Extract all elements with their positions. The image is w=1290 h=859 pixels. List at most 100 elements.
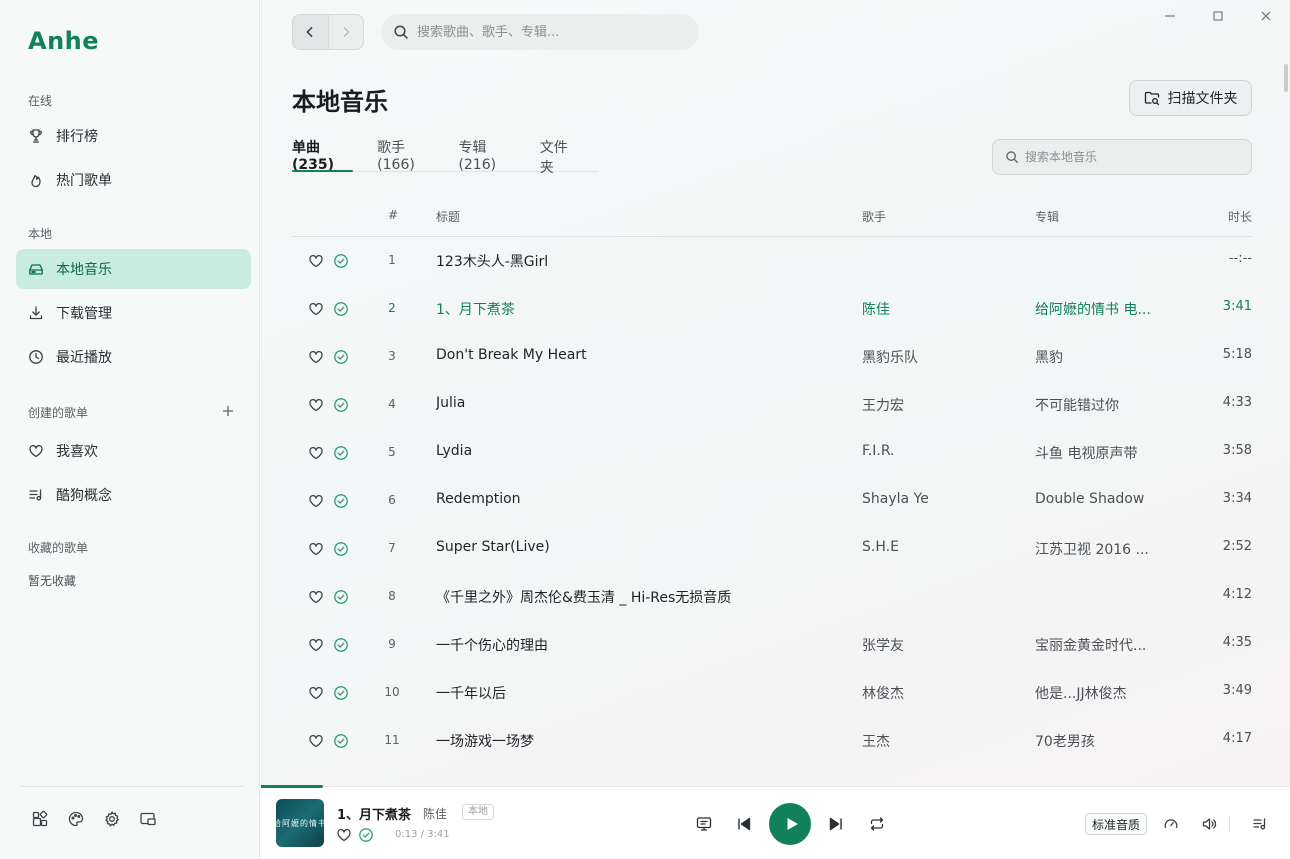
table-row[interactable]: 5 Lydia F.I.R. 斗鱼 电视原声带 3:58 [292,429,1252,477]
now-playing-artist[interactable]: 陈佳 [423,805,447,822]
like-icon[interactable] [308,685,324,701]
queue-icon[interactable] [1252,816,1268,832]
lyrics-icon[interactable] [695,815,713,833]
now-playing-title[interactable]: 1、月下煮茶 [337,804,411,823]
downloaded-check-icon[interactable] [333,493,349,509]
column-header-title[interactable]: 标题 [436,208,460,225]
track-album[interactable]: 他是...JJ林俊杰 [1035,683,1153,703]
like-icon[interactable] [308,253,324,269]
downloaded-check-icon[interactable] [333,637,349,653]
track-artist[interactable]: F.I.R. [862,443,1012,459]
quality-button[interactable]: 标准音质 [1085,813,1148,835]
table-row[interactable]: 2 1、月下煮茶 陈佳 给阿嬷的情书 电... 3:41 [292,285,1252,333]
like-icon[interactable] [308,301,324,317]
track-list: 1 123木头人-黑Girl --:-- 2 1、月下煮茶 陈佳 给阿嬷的情书 电... 3:… [292,237,1252,765]
forward-button[interactable] [329,15,364,49]
table-row[interactable]: 6 Redemption Shayla Ye Double Shadow 3:34 [292,477,1252,525]
settings-icon[interactable] [103,810,121,828]
track-artist[interactable]: 张学友 [862,635,1012,655]
tab-folders[interactable]: 文件夹 [540,134,574,176]
previous-icon[interactable] [735,815,753,833]
play-button[interactable] [769,803,811,845]
column-header-album[interactable]: 专辑 [1035,208,1059,225]
track-artist[interactable]: 黑豹乐队 [862,347,1012,367]
track-album[interactable]: 给阿嬷的情书 电... [1035,299,1153,319]
history-nav [292,14,364,50]
like-icon[interactable] [308,733,324,749]
track-artist[interactable]: 林俊杰 [862,683,1012,703]
next-icon[interactable] [827,815,845,833]
table-row[interactable]: 10 一千年以后 林俊杰 他是...JJ林俊杰 3:49 [292,669,1252,717]
like-icon[interactable] [308,541,324,557]
sidebar-item-kugou-concept[interactable]: 酷狗概念 [16,475,251,515]
album-cover[interactable]: 给阿嬷的情书 [276,799,324,847]
like-icon[interactable] [308,349,324,365]
track-artist[interactable]: S.H.E [862,539,1012,555]
downloaded-check-icon[interactable] [333,733,349,749]
palette-icon[interactable] [67,810,85,828]
like-icon[interactable] [308,637,324,653]
source-badge: 本地 [462,804,494,820]
tab-albums[interactable]: 专辑 (216) [458,134,515,173]
local-search-input[interactable] [1025,150,1251,164]
volume-icon[interactable] [1201,816,1217,832]
sidebar-item-charts[interactable]: 排行榜 [16,116,251,156]
scan-folder-button[interactable]: 扫描文件夹 [1129,80,1252,116]
maximize-button[interactable] [1194,4,1242,28]
table-row[interactable]: 8 《千里之外》周杰伦&费玉清 _ Hi-Res无损音质 4:12 [292,573,1252,621]
track-album[interactable]: 斗鱼 电视原声带 [1035,443,1153,463]
track-album[interactable]: 不可能错过你 [1035,395,1153,415]
table-row[interactable]: 11 一场游戏一场梦 王杰 70老男孩 4:17 [292,717,1252,765]
like-icon[interactable] [336,827,352,843]
downloaded-check-icon[interactable] [333,253,349,269]
sidebar-item-hot-playlists[interactable]: 热门歌单 [16,160,251,200]
folder-search-icon [1144,90,1160,106]
progress-bar[interactable] [261,785,1290,788]
track-artist[interactable]: 王杰 [862,731,1012,751]
downloaded-check-icon[interactable] [333,541,349,557]
track-duration: --:-- [1228,251,1252,266]
apps-icon[interactable] [31,810,49,828]
sidebar-item-favorites[interactable]: 我喜欢 [16,431,251,471]
minimize-button[interactable] [1146,4,1194,28]
table-row[interactable]: 4 Julia 王力宏 不可能错过你 4:33 [292,381,1252,429]
back-button[interactable] [293,15,329,49]
sidebar-item-local-music[interactable]: 本地音乐 [16,249,251,289]
mini-player-icon[interactable] [139,810,157,828]
like-icon[interactable] [308,397,324,413]
like-icon[interactable] [308,493,324,509]
column-header-duration[interactable]: 时长 [1228,208,1252,225]
downloaded-check-icon[interactable] [333,685,349,701]
table-row[interactable]: 7 Super Star(Live) S.H.E 江苏卫视 2016 ... 2:52 [292,525,1252,573]
track-artist[interactable]: 王力宏 [862,395,1012,415]
track-album[interactable]: Double Shadow [1035,491,1153,507]
global-search-input[interactable] [417,24,699,40]
repeat-icon[interactable] [868,815,886,833]
downloaded-check-icon[interactable] [333,445,349,461]
track-album[interactable]: 江苏卫视 2016 ... [1035,539,1153,559]
sidebar-item-recent[interactable]: 最近播放 [16,337,251,377]
downloaded-check-icon[interactable] [333,589,349,605]
downloaded-check-icon[interactable] [333,349,349,365]
tab-artists[interactable]: 歌手 (166) [377,134,434,173]
table-row[interactable]: 9 一千个伤心的理由 张学友 宝丽金黄金时代... 4:35 [292,621,1252,669]
track-album[interactable]: 宝丽金黄金时代... [1035,635,1153,655]
track-album[interactable]: 70老男孩 [1035,731,1153,751]
add-playlist-icon[interactable] [220,403,236,419]
downloaded-check-icon[interactable] [358,827,374,843]
close-button[interactable] [1242,4,1290,28]
table-row[interactable]: 1 123木头人-黑Girl --:-- [292,237,1252,285]
scrollbar-thumb[interactable] [1284,64,1288,92]
like-icon[interactable] [308,445,324,461]
sidebar-item-downloads[interactable]: 下载管理 [16,293,251,333]
downloaded-check-icon[interactable] [333,301,349,317]
track-artist[interactable]: Shayla Ye [862,491,1012,507]
tab-songs[interactable]: 单曲 (235) [292,134,354,173]
like-icon[interactable] [308,589,324,605]
table-row[interactable]: 3 Don't Break My Heart 黑豹乐队 黑豹 5:18 [292,333,1252,381]
column-header-artist[interactable]: 歌手 [862,208,886,225]
track-album[interactable]: 黑豹 [1035,347,1153,367]
speed-icon[interactable] [1163,816,1179,832]
downloaded-check-icon[interactable] [333,397,349,413]
track-artist[interactable]: 陈佳 [862,299,1012,319]
